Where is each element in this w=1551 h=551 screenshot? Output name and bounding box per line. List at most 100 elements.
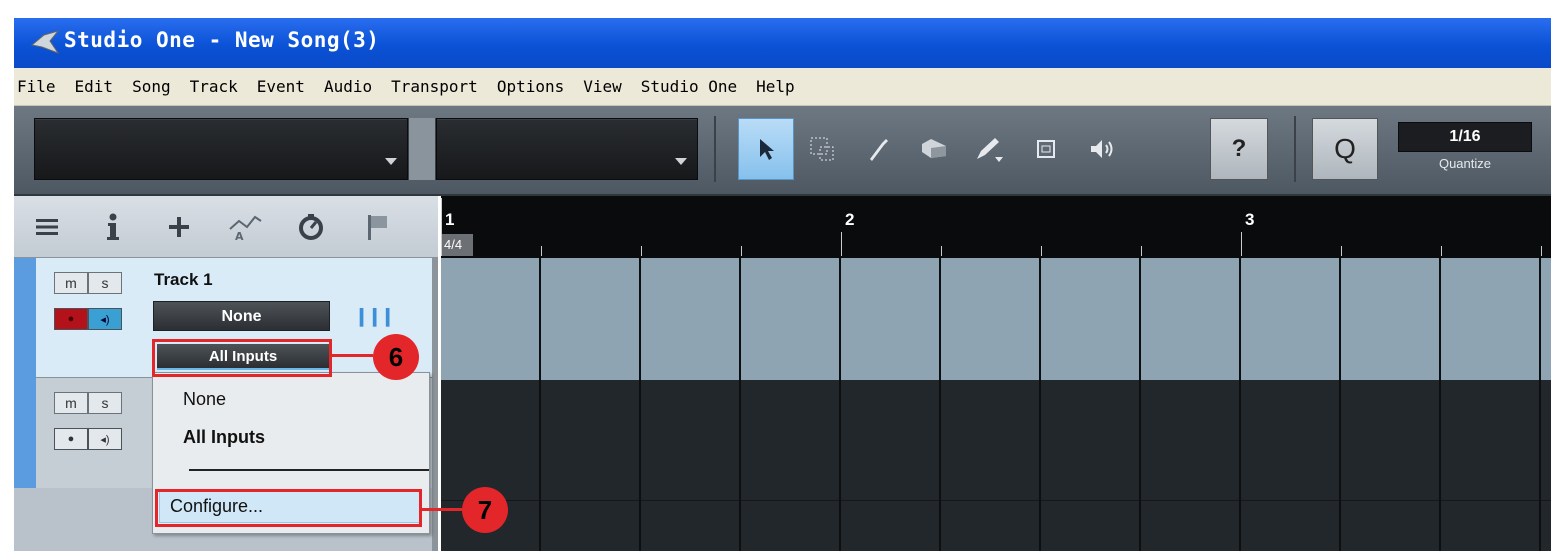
- add-track-icon[interactable]: [146, 215, 212, 239]
- ruler-tick: [1541, 246, 1542, 256]
- studio-one-logo-icon: [30, 30, 60, 55]
- ruler-tick: [841, 232, 842, 256]
- menu-studio-one[interactable]: Studio One: [641, 77, 737, 96]
- mute-solo-group: m s: [54, 392, 122, 414]
- svg-text:A: A: [235, 230, 244, 241]
- monitor-icon[interactable]: ◂): [88, 308, 122, 330]
- split-tool-icon[interactable]: [850, 118, 906, 180]
- track-color-strip: [14, 258, 36, 378]
- record-monitor-group: ● ◂): [54, 428, 122, 450]
- quantize-label: Quantize: [1438, 156, 1492, 171]
- menu-event[interactable]: Event: [257, 77, 305, 96]
- ruler-tick: [441, 198, 442, 256]
- arrow-tool-icon[interactable]: [738, 118, 794, 180]
- record-monitor-group: ● ◂): [54, 308, 122, 330]
- window-title: Studio One - New Song(3): [64, 28, 380, 52]
- grid-line: [1439, 258, 1441, 551]
- menu-separator: [189, 469, 429, 471]
- ruler-tick: [941, 246, 942, 256]
- grid-line: [1339, 258, 1341, 551]
- bar-number: 2: [845, 210, 855, 229]
- arrange-view[interactable]: [438, 258, 1551, 551]
- grid-line: [639, 258, 641, 551]
- marker-flag-icon[interactable]: [344, 213, 410, 241]
- mute-button[interactable]: m: [54, 272, 88, 294]
- menu-track[interactable]: Track: [190, 77, 238, 96]
- menu-file[interactable]: File: [17, 77, 56, 96]
- ruler-tick: [1341, 246, 1342, 256]
- help-button[interactable]: ?: [1210, 118, 1268, 180]
- quantize-button[interactable]: Q: [1312, 118, 1378, 180]
- callout-line-6: [331, 354, 373, 357]
- automation-icon[interactable]: A: [212, 213, 278, 241]
- grid-line: [739, 258, 741, 551]
- menu-item-none[interactable]: None: [183, 389, 226, 410]
- tempo-clock-icon[interactable]: [278, 213, 344, 241]
- ruler-tick: [641, 246, 642, 256]
- menu-options[interactable]: Options: [497, 77, 564, 96]
- grid-line: [1539, 258, 1541, 551]
- track-1-lane[interactable]: [441, 258, 1551, 380]
- mute-button[interactable]: m: [54, 392, 88, 414]
- chevron-down-icon: [675, 158, 687, 165]
- main-toolbar: ? Q 1/16 Quantize: [14, 106, 1551, 196]
- tool-group: [738, 118, 1206, 180]
- callout-badge-6: 6: [373, 334, 419, 380]
- mute-tool-icon[interactable]: [1018, 118, 1074, 180]
- grid-line: [839, 258, 841, 551]
- grid-line: [1039, 258, 1041, 551]
- paint-tool-icon[interactable]: [962, 118, 1018, 180]
- solo-button[interactable]: s: [88, 392, 122, 414]
- mute-solo-group: m s: [54, 272, 122, 294]
- ruler-tick: [1241, 232, 1242, 256]
- track-color-strip: [14, 378, 36, 488]
- solo-button[interactable]: s: [88, 272, 122, 294]
- grid-line: [539, 258, 541, 551]
- menu-item-all-inputs[interactable]: All Inputs: [183, 427, 265, 448]
- toolbar-dropdown-2[interactable]: [436, 118, 698, 180]
- grid-line: [1239, 258, 1241, 551]
- menu-view[interactable]: View: [583, 77, 622, 96]
- toolbar-separator: [714, 116, 716, 182]
- info-icon[interactable]: [80, 212, 146, 242]
- instrument-keyboard-icon[interactable]: ❙❙❙: [354, 306, 395, 327]
- bar-number: 1: [445, 210, 455, 229]
- quantize-control[interactable]: 1/16 Quantize: [1398, 122, 1532, 178]
- record-arm-icon[interactable]: ●: [54, 428, 88, 450]
- ruler-tick: [541, 246, 542, 256]
- bar-number: 3: [1245, 210, 1255, 229]
- lane-divider: [441, 500, 1551, 501]
- ruler-tick: [1041, 246, 1042, 256]
- highlight-box-7: [155, 489, 422, 527]
- grid-line: [939, 258, 941, 551]
- list-icon[interactable]: [14, 217, 80, 237]
- menu-bar: File Edit Song Track Event Audio Transpo…: [14, 68, 1551, 106]
- time-signature: 4/4: [441, 234, 473, 256]
- ruler-tick: [1141, 246, 1142, 256]
- menu-song[interactable]: Song: [132, 77, 171, 96]
- highlight-box-6: [152, 339, 332, 377]
- ruler-tick: [1441, 246, 1442, 256]
- menu-help[interactable]: Help: [756, 77, 795, 96]
- toolbar-divider: [408, 118, 436, 180]
- toolbar-separator: [1294, 116, 1296, 182]
- record-arm-icon[interactable]: ●: [54, 308, 88, 330]
- timeline-ruler[interactable]: 1 2 3 4/4: [438, 196, 1551, 258]
- listen-tool-icon[interactable]: [1074, 118, 1130, 180]
- menu-edit[interactable]: Edit: [75, 77, 114, 96]
- track-name[interactable]: Track 1: [154, 270, 213, 290]
- toolbar-dropdown-1[interactable]: [34, 118, 408, 180]
- title-bar: Studio One - New Song(3): [14, 18, 1551, 68]
- track-list-toolbar: A: [14, 196, 438, 258]
- ruler-tick: [741, 246, 742, 256]
- output-selector[interactable]: None: [153, 301, 330, 331]
- eraser-tool-icon[interactable]: [906, 118, 962, 180]
- callout-line-7: [421, 508, 465, 511]
- chevron-down-icon: [385, 158, 397, 165]
- menu-transport[interactable]: Transport: [391, 77, 478, 96]
- quantize-value[interactable]: 1/16: [1398, 122, 1532, 152]
- menu-audio[interactable]: Audio: [324, 77, 372, 96]
- monitor-icon[interactable]: ◂): [88, 428, 122, 450]
- grid-line: [1139, 258, 1141, 551]
- range-tool-icon[interactable]: [794, 118, 850, 180]
